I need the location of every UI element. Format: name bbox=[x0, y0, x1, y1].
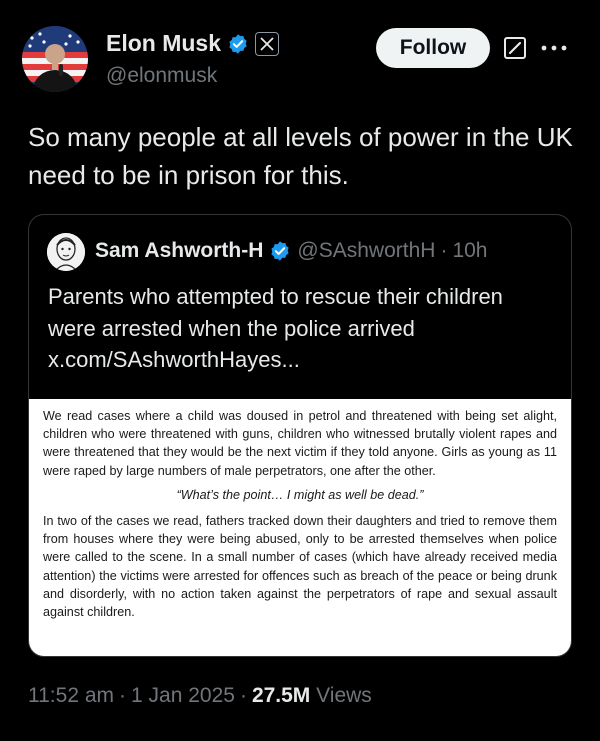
more-icon[interactable] bbox=[536, 34, 572, 62]
quoted-author-name[interactable]: Sam Ashworth-H bbox=[95, 239, 263, 263]
quoted-text-body: Parents who attempted to rescue their ch… bbox=[48, 284, 503, 341]
quoted-author-handle[interactable]: @SAshworthH bbox=[297, 239, 435, 263]
separator-dot: · bbox=[440, 239, 448, 262]
author-name-row: Elon Musk bbox=[106, 30, 280, 57]
quoted-document-image[interactable]: We read cases where a child was doused i… bbox=[29, 399, 571, 656]
verified-badge-icon bbox=[271, 241, 290, 261]
tweet-time[interactable]: 11:52 am bbox=[28, 684, 114, 707]
separator-dot: · bbox=[119, 684, 126, 707]
views-count: 27.5M bbox=[251, 684, 311, 707]
document-paragraph-1: We read cases where a child was doused i… bbox=[43, 409, 557, 478]
tweet-header: Elon Musk @elonmusk Follow bbox=[22, 24, 578, 94]
quoted-link[interactable]: x.com/SAshworthHayes... bbox=[48, 347, 300, 372]
tweet-meta: 11:52 am · 1 Jan 2025 · 27.5M Views bbox=[28, 684, 372, 708]
separator-dot: · bbox=[239, 684, 247, 707]
views-label: Views bbox=[316, 684, 372, 707]
verified-badge-icon bbox=[229, 33, 247, 54]
x-logo-icon bbox=[255, 31, 280, 56]
grok-icon[interactable] bbox=[502, 35, 528, 61]
tweet-date[interactable]: 1 Jan 2025 bbox=[131, 684, 235, 707]
document-paragraph-2: In two of the cases we read, fathers tra… bbox=[43, 514, 557, 620]
author-name[interactable]: Elon Musk bbox=[106, 30, 221, 57]
author-handle[interactable]: @elonmusk bbox=[106, 64, 217, 88]
follow-button[interactable]: Follow bbox=[376, 28, 490, 68]
document-quote: “What’s the point… I might as well be de… bbox=[176, 487, 424, 502]
tweet-text: So many people at all levels of power in… bbox=[28, 122, 573, 190]
quoted-author-avatar[interactable] bbox=[47, 233, 85, 271]
quoted-tweet[interactable]: Sam Ashworth-H @SAshworthH · 10h Parents… bbox=[28, 214, 572, 657]
quoted-timestamp[interactable]: 10h bbox=[452, 239, 487, 263]
author-avatar[interactable] bbox=[22, 26, 88, 92]
quoted-name-row: Sam Ashworth-H @SAshworthH · 10h bbox=[95, 239, 487, 263]
quoted-text: Parents who attempted to rescue their ch… bbox=[48, 281, 548, 376]
